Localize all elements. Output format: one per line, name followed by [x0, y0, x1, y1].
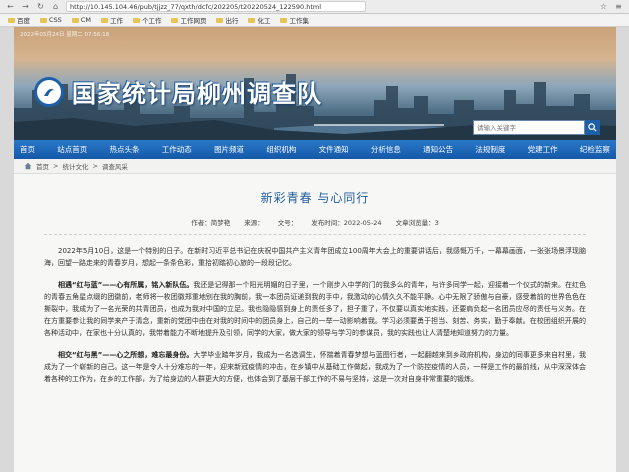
- nav-item-organization[interactable]: 组织机构: [266, 144, 296, 155]
- emblem-icon: [34, 76, 64, 107]
- nav-item-pictures[interactable]: 图片频道: [214, 144, 244, 155]
- web-page: 2022年05月24日 星期二 07:56:18 国家统计局柳州调查队 首页 站…: [14, 27, 616, 472]
- refresh-icon[interactable]: ↻: [36, 2, 45, 11]
- meta-publish-date: 发布时间：2022-05-24: [311, 219, 382, 227]
- breadcrumb-level3[interactable]: 调查风采: [102, 161, 128, 171]
- nav-item-discipline[interactable]: 纪检监察: [580, 144, 610, 155]
- site-logo[interactable]: 国家统计局柳州调查队: [34, 74, 322, 109]
- forward-icon[interactable]: →: [21, 2, 30, 11]
- nav-item-notices[interactable]: 通知公告: [423, 144, 453, 155]
- home-icon[interactable]: ⌂: [51, 2, 60, 11]
- nav-item-home[interactable]: 首页: [20, 144, 35, 155]
- folder-icon: [40, 17, 47, 23]
- breadcrumb-separator: >: [53, 162, 59, 170]
- bookmark-item[interactable]: 工作集: [280, 15, 309, 25]
- search-input[interactable]: [473, 120, 585, 135]
- meta-source: 来源：: [244, 219, 264, 227]
- article-paragraph: 相交“红与黑”——心之所想，难忘最身份。大学毕业踏年岁月，我成为一名选调生，怀揣…: [44, 351, 587, 383]
- nav-item-analysis[interactable]: 分析信息: [371, 144, 401, 155]
- bookmark-item[interactable]: 工作: [100, 15, 123, 25]
- nav-item-party[interactable]: 党建工作: [528, 144, 558, 155]
- star-icon[interactable]: ☆: [599, 2, 608, 11]
- search-icon: [588, 123, 597, 132]
- back-icon[interactable]: ←: [6, 2, 15, 11]
- bookmarks-bar: 百度 CSS CM 工作 个工作 工作网页 出行 化工 工作集: [0, 14, 629, 27]
- article: 新彩青春 与心同行 作者：简梦艳 来源： 文号： 发布时间：2022-05-24…: [14, 189, 616, 385]
- folder-icon: [280, 17, 288, 23]
- article-paragraph: 相遇“红与蓝”——心有所属，铭入新队伍。我还是记得那一个阳光明媚的日子里，一个刚…: [44, 281, 587, 337]
- breadcrumb-separator: >: [92, 162, 98, 170]
- breadcrumb-home[interactable]: 首页: [36, 161, 49, 171]
- bookmark-item[interactable]: CM: [71, 16, 91, 24]
- bookmark-item[interactable]: 出行: [216, 15, 238, 25]
- folder-icon: [8, 17, 15, 23]
- folder-icon: [216, 17, 224, 23]
- paragraph-heading: 相交“红与黑”——心之所想，难忘最身份。: [58, 351, 194, 359]
- browser-toolbar: ← → ↻ ⌂ http://10.145.104.46/pub/tjjzz_7…: [0, 0, 629, 14]
- home-icon: [24, 162, 32, 170]
- article-paragraph: 2022年5月10日，这是一个特别的日子。在新时习近平总书记在庆祝中国共产主义青…: [44, 247, 586, 267]
- folder-icon: [171, 17, 179, 23]
- nav-item-work-news[interactable]: 工作动态: [162, 144, 192, 155]
- nav-item-documents[interactable]: 文件通知: [319, 144, 349, 155]
- menu-icon[interactable]: ≡: [614, 2, 623, 11]
- meta-author: 作者：简梦艳: [191, 219, 231, 227]
- address-text: http://10.145.104.46/pub/tjjzz_77/qxth/d…: [70, 2, 322, 11]
- article-title: 新彩青春 与心同行: [260, 191, 370, 205]
- breadcrumb-level2[interactable]: 统计文化: [62, 161, 88, 171]
- nav-item-site-home[interactable]: 站点首页: [57, 144, 87, 155]
- folder-icon: [132, 17, 140, 23]
- bookmark-item[interactable]: 化工: [248, 15, 270, 25]
- meta-view-count: 文章浏览量：3: [395, 219, 439, 227]
- nav-item-regulations[interactable]: 法规制度: [475, 144, 505, 155]
- paragraph-heading: 相遇“红与蓝”——心有所属，铭入新队伍。: [58, 281, 194, 289]
- site-title: 国家统计局柳州调查队: [72, 79, 322, 108]
- article-meta: 作者：简梦艳 来源： 文号： 发布时间：2022-05-24 文章浏览量：3: [44, 217, 586, 235]
- main-navigation: 首页 站点首页 热点头条 工作动态 图片频道 组织机构 文件通知 分析信息 通知…: [14, 140, 616, 159]
- bookmark-item[interactable]: 个工作: [132, 15, 161, 25]
- breadcrumb: 首页 > 统计文化 > 调查风采: [14, 159, 616, 174]
- folder-icon: [248, 17, 256, 23]
- search-button[interactable]: [585, 120, 600, 135]
- banner-date: 2022年05月24日 星期二 07:56:18: [20, 32, 110, 38]
- bookmark-item[interactable]: CSS: [40, 16, 62, 24]
- folder-icon: [100, 17, 108, 23]
- site-search: [473, 120, 600, 135]
- bookmark-item[interactable]: 工作网页: [171, 15, 206, 25]
- address-bar[interactable]: http://10.145.104.46/pub/tjjzz_77/qxth/d…: [66, 1, 366, 12]
- site-banner: 2022年05月24日 星期二 07:56:18 国家统计局柳州调查队: [14, 27, 616, 140]
- folder-icon: [71, 17, 79, 23]
- nav-item-headlines[interactable]: 热点头条: [110, 144, 140, 155]
- bookmark-item[interactable]: 百度: [8, 15, 30, 25]
- meta-doc-number: 文号：: [277, 219, 298, 227]
